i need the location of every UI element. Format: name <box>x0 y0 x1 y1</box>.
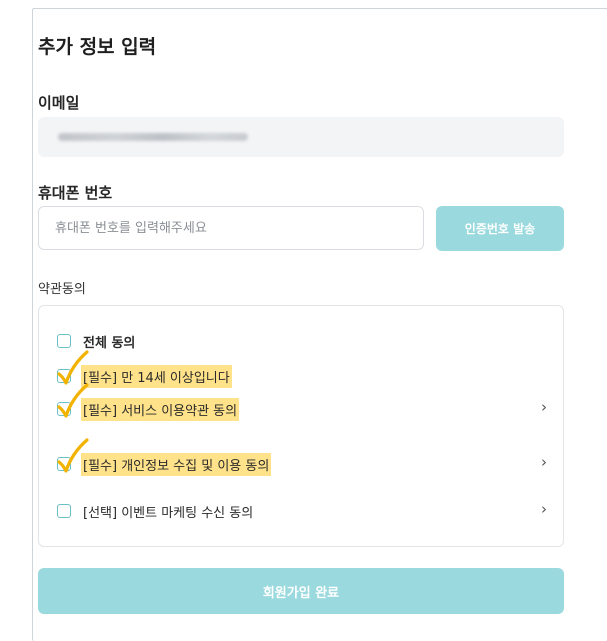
signup-complete-button[interactable]: 회원가입 완료 <box>38 568 564 614</box>
checkbox[interactable] <box>57 334 71 348</box>
terms-item-label: [필수] 만 14세 이상입니다 <box>81 364 232 388</box>
terms-item-label: [필수] 서비스 이용약관 동의 <box>81 397 240 421</box>
checkbox[interactable] <box>57 504 71 518</box>
phone-input[interactable] <box>38 206 424 250</box>
terms-item-privacy[interactable]: [필수] 개인정보 수집 및 이용 동의 › <box>57 438 547 477</box>
terms-item-label: 전체 동의 <box>83 335 136 351</box>
chevron-right-icon[interactable]: › <box>541 500 547 518</box>
terms-box: 전체 동의 [필수] 만 14세 이상입니다 [필수] 서비스 이용약관 동의 … <box>38 305 564 547</box>
checkbox[interactable] <box>57 438 89 473</box>
terms-label: 약관동의 <box>38 282 86 297</box>
terms-item-age[interactable]: [필수] 만 14세 이상입니다 <box>57 350 547 389</box>
chevron-right-icon[interactable]: › <box>541 453 547 471</box>
terms-item-label: [필수] 개인정보 수집 및 이용 동의 <box>81 452 272 476</box>
phone-label: 휴대폰 번호 <box>38 184 113 202</box>
chevron-right-icon[interactable]: › <box>541 398 547 416</box>
terms-item-marketing[interactable]: [선택] 이벤트 마케팅 수신 동의 › <box>57 498 547 524</box>
checkbox[interactable] <box>57 383 89 418</box>
email-blurred-value <box>58 133 248 141</box>
page-title: 추가 정보 입력 <box>38 36 157 58</box>
terms-item-all[interactable]: 전체 동의 <box>57 328 547 354</box>
terms-item-service[interactable]: [필수] 서비스 이용약관 동의 › <box>57 383 547 422</box>
checkbox[interactable] <box>57 350 89 385</box>
terms-item-label: [선택] 이벤트 마케팅 수신 동의 <box>83 505 254 521</box>
send-code-button[interactable]: 인증번호 발송 <box>436 206 564 251</box>
email-label: 이메일 <box>38 94 80 112</box>
email-field <box>38 117 564 157</box>
